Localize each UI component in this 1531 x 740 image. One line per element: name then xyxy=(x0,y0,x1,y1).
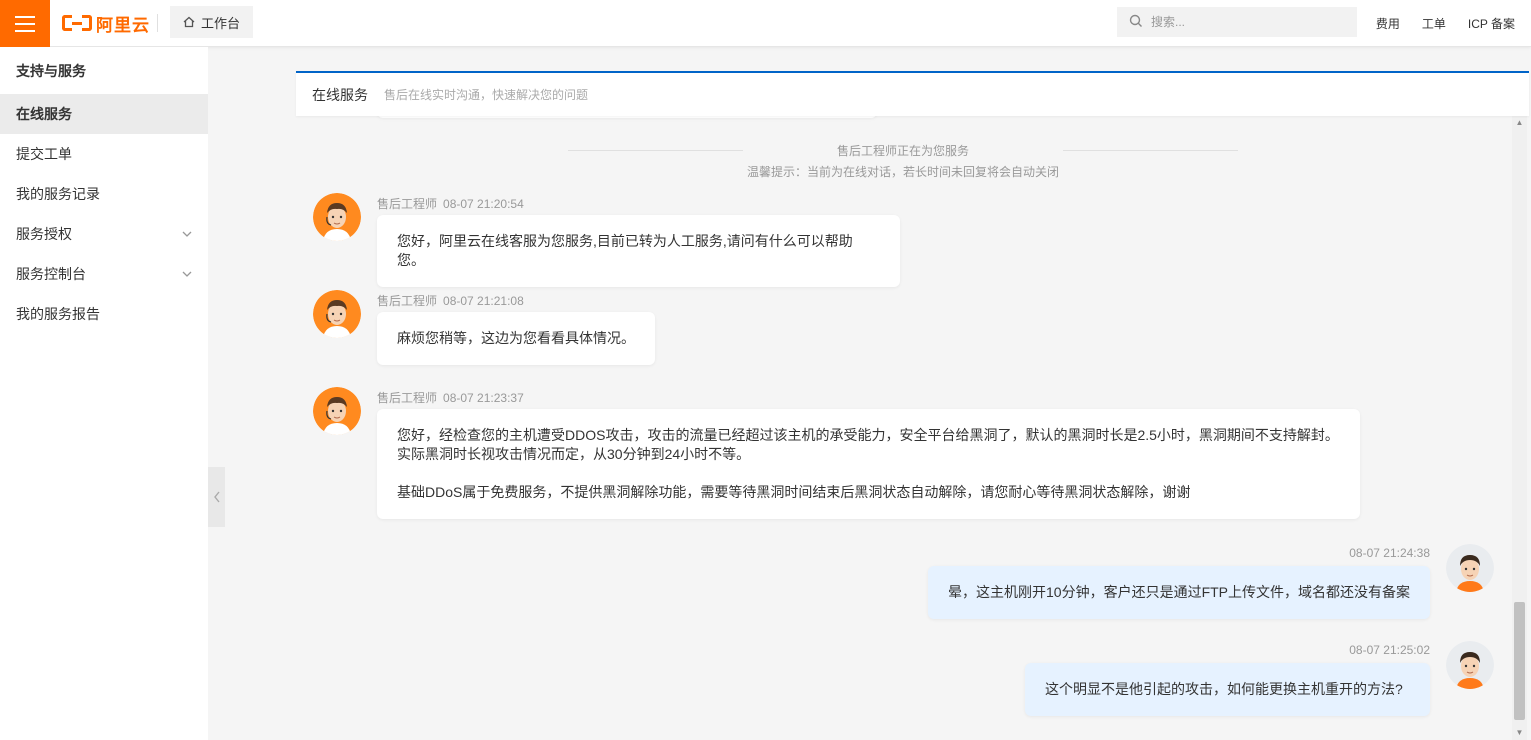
sidebar-item-label: 我的服务记录 xyxy=(16,186,100,202)
hamburger-menu-button[interactable] xyxy=(0,0,50,47)
chat-title: 在线服务 xyxy=(312,86,368,103)
system-tip-text: 温馨提示：当前为在线对话，若长时间未回复将会自动关闭 xyxy=(746,165,1059,179)
sidebar-item-service-records[interactable]: 我的服务记录 xyxy=(0,174,208,214)
message-meta: 售后工程师 08-07 21:23:37 xyxy=(377,389,524,406)
logo-text: 阿里云 xyxy=(96,15,150,35)
chat-header: 在线服务 售后在线实时沟通，快速解决您的问题 xyxy=(296,71,1529,116)
agent-message-bubble: 您好，经检查您的主机遭受DDOS攻击，攻击的流量已经超过该主机的承受能力，安全平… xyxy=(377,409,1360,519)
chevron-left-icon xyxy=(213,491,220,503)
sender-name: 售后工程师 xyxy=(377,294,438,308)
search-input[interactable] xyxy=(1151,15,1331,29)
system-notice: 售后工程师正在为您服务 温馨提示：当前为在线对话，若长时间未回复将会自动关闭 xyxy=(566,142,1240,180)
sender-name: 售后工程师 xyxy=(377,391,438,405)
workbench-button[interactable]: 工作台 xyxy=(170,6,254,38)
sidebar-item-label: 提交工单 xyxy=(16,146,72,162)
sidebar: 支持与服务 在线服务 提交工单 我的服务记录 服务授权 服务控制台 我的服务报告 xyxy=(0,47,208,740)
chevron-down-icon xyxy=(182,231,192,237)
link-icp[interactable]: ICP 备案 xyxy=(1468,15,1515,32)
message-time: 08-07 21:23:37 xyxy=(443,391,524,405)
chat-subtitle: 售后在线实时沟通，快速解决您的问题 xyxy=(384,88,589,102)
sidebar-item-label: 在线服务 xyxy=(16,106,72,122)
chevron-down-icon xyxy=(182,271,192,277)
sidebar-item-label: 服务授权 xyxy=(16,226,72,242)
aliyun-logo-mark-icon xyxy=(62,15,92,31)
agent-avatar xyxy=(313,290,361,338)
scrollbar-thumb[interactable] xyxy=(1514,602,1525,720)
agent-avatar xyxy=(313,387,361,435)
search-icon xyxy=(1129,14,1143,31)
user-avatar xyxy=(1446,544,1494,592)
chat-scrollbar[interactable]: ▲ ▼ xyxy=(1512,116,1527,740)
agent-message-bubble: 您好，阿里云在线客服为您服务,目前已转为人工服务,请问有什么可以帮助您。 xyxy=(377,215,900,287)
sidebar-item-service-console[interactable]: 服务控制台 xyxy=(0,254,208,294)
user-avatar xyxy=(1446,641,1494,689)
sidebar-item-submit-ticket[interactable]: 提交工单 xyxy=(0,134,208,174)
message-time: 08-07 21:25:02 xyxy=(1349,643,1430,657)
message-meta: 售后工程师 08-07 21:21:08 xyxy=(377,292,524,309)
agent-message-bubble: 麻烦您稍等，这边为您看看具体情况。 xyxy=(377,312,655,365)
user-message-bubble: 晕，这主机刚开10分钟，客户还只是通过FTP上传文件，域名都还没有备案 xyxy=(928,566,1430,619)
sidebar-item-label: 我的服务报告 xyxy=(16,306,100,322)
aliyun-logo[interactable]: 阿里云 xyxy=(62,12,150,35)
sidebar-item-label: 服务控制台 xyxy=(16,266,86,282)
home-icon xyxy=(183,16,195,28)
top-links: 费用 工单 ICP 备案 xyxy=(1376,0,1515,47)
message-time: 08-07 21:21:08 xyxy=(443,294,524,308)
agent-avatar xyxy=(313,193,361,241)
message-meta: 售后工程师 08-07 21:20:54 xyxy=(377,195,524,212)
sidebar-item-service-report[interactable]: 我的服务报告 xyxy=(0,294,208,334)
system-notice-text: 售后工程师正在为您服务 xyxy=(566,142,1240,159)
sidebar-collapse-handle[interactable] xyxy=(208,467,225,527)
hamburger-icon xyxy=(15,15,35,18)
scroll-down-arrow-icon[interactable]: ▼ xyxy=(1512,728,1527,738)
user-message-bubble: 这个明显不是他引起的攻击，如何能更换主机重开的方法? xyxy=(1025,663,1430,716)
top-navigation-bar: 阿里云 工作台 费用 工单 ICP 备案 xyxy=(0,0,1531,47)
header-divider xyxy=(157,14,158,32)
sidebar-item-online-service[interactable]: 在线服务 xyxy=(0,94,208,134)
scroll-up-arrow-icon[interactable]: ▲ xyxy=(1512,118,1527,128)
sidebar-title: 支持与服务 xyxy=(16,62,86,79)
message-time: 08-07 21:20:54 xyxy=(443,197,524,211)
link-tickets[interactable]: 工单 xyxy=(1422,15,1446,32)
search-box[interactable] xyxy=(1117,7,1357,37)
sidebar-item-service-authorization[interactable]: 服务授权 xyxy=(0,214,208,254)
message-time: 08-07 21:24:38 xyxy=(1349,546,1430,560)
sender-name: 售后工程师 xyxy=(377,197,438,211)
workbench-label: 工作台 xyxy=(201,15,241,31)
link-billing[interactable]: 费用 xyxy=(1376,15,1400,32)
